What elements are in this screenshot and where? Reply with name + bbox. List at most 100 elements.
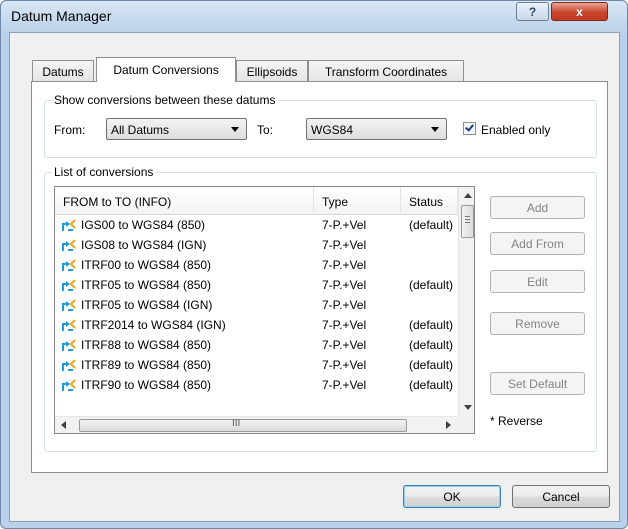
- conversions-list[interactable]: FROM to TO (INFO) Type Status IGS00 to W…: [54, 186, 475, 434]
- conversion-status: (default): [409, 358, 454, 372]
- column-header-name[interactable]: FROM to TO (INFO): [55, 187, 314, 215]
- conversion-type: 7-P.+Vel: [322, 358, 367, 372]
- conversion-arrows-icon: [62, 279, 76, 291]
- vertical-scrollbar[interactable]: [458, 187, 474, 416]
- conversion-arrows-icon: [62, 239, 76, 251]
- conversion-status: (default): [409, 318, 454, 332]
- conversion-arrows-icon: [62, 359, 76, 371]
- enabled-only-checkbox[interactable]: [463, 122, 476, 135]
- add-from-button-label: Add From: [511, 236, 564, 251]
- scroll-left-icon[interactable]: [61, 421, 66, 429]
- checkmark-icon: [465, 122, 474, 132]
- tab-transform-coordinates-label: Transform Coordinates: [324, 64, 448, 79]
- table-row[interactable]: ITRF05 to WGS84 (850) 7-P.+Vel (default): [55, 277, 458, 294]
- conversion-type: 7-P.+Vel: [322, 258, 367, 272]
- ok-button-label: OK: [443, 489, 461, 504]
- title-bar[interactable]: Datum Manager ? x: [1, 1, 627, 31]
- conversion-name: IGS00 to WGS84 (850): [81, 218, 206, 232]
- conversion-status: (default): [409, 278, 454, 292]
- tab-datums[interactable]: Datums: [32, 60, 94, 82]
- scroll-down-icon[interactable]: [464, 405, 472, 410]
- add-button-label: Add: [526, 200, 549, 215]
- conversion-name: ITRF88 to WGS84 (850): [81, 338, 212, 352]
- conversions-group-label: List of conversions: [51, 165, 157, 179]
- table-row[interactable]: IGS00 to WGS84 (850) 7-P.+Vel (default): [55, 217, 458, 234]
- conversion-type: 7-P.+Vel: [322, 218, 367, 232]
- add-from-button[interactable]: Add From: [490, 232, 585, 255]
- table-row[interactable]: ITRF05 to WGS84 (IGN) 7-P.+Vel: [55, 297, 458, 314]
- conversion-name: ITRF00 to WGS84 (850): [81, 258, 212, 272]
- edit-button-label: Edit: [527, 274, 548, 289]
- tab-datum-conversions[interactable]: Datum Conversions: [96, 57, 236, 82]
- window-title: Datum Manager: [11, 8, 112, 24]
- to-datum-value: WGS84: [311, 123, 354, 137]
- conversion-type: 7-P.+Vel: [322, 378, 367, 392]
- table-row[interactable]: ITRF89 to WGS84 (850) 7-P.+Vel (default): [55, 357, 458, 374]
- tab-ellipsoids-label: Ellipsoids: [246, 64, 298, 79]
- table-row[interactable]: ITRF2014 to WGS84 (IGN) 7-P.+Vel (default): [55, 317, 458, 334]
- table-row[interactable]: ITRF88 to WGS84 (850) 7-P.+Vel (default): [55, 337, 458, 354]
- conversion-type: 7-P.+Vel: [322, 278, 367, 292]
- conversion-name: ITRF89 to WGS84 (850): [81, 358, 212, 372]
- tab-datum-conversions-label: Datum Conversions: [113, 63, 219, 77]
- table-row[interactable]: ITRF00 to WGS84 (850) 7-P.+Vel: [55, 257, 458, 274]
- from-label: From:: [54, 123, 86, 137]
- tab-datums-label: Datums: [42, 64, 84, 79]
- conversion-arrows-icon: [62, 299, 76, 311]
- scroll-right-icon[interactable]: [446, 421, 451, 429]
- conversion-status: (default): [409, 218, 454, 232]
- filter-group-label: Show conversions between these datums: [51, 93, 279, 107]
- conversion-arrows-icon: [62, 259, 76, 271]
- table-row[interactable]: ITRF90 to WGS84 (850) 7-P.+Vel (default): [55, 377, 458, 394]
- remove-button[interactable]: Remove: [490, 312, 585, 335]
- to-datum-select[interactable]: WGS84: [306, 118, 447, 140]
- chevron-down-icon: [431, 127, 439, 132]
- enabled-only-label[interactable]: Enabled only: [481, 123, 550, 137]
- close-icon: x: [576, 4, 583, 19]
- conversion-arrows-icon: [62, 219, 76, 231]
- grip-icon: [465, 216, 470, 217]
- conversion-name: ITRF05 to WGS84 (IGN): [81, 298, 213, 312]
- cancel-button-label: Cancel: [542, 489, 580, 504]
- conversion-name: ITRF05 to WGS84 (850): [81, 278, 212, 292]
- horizontal-scrollbar[interactable]: III: [55, 416, 458, 433]
- conversion-type: 7-P.+Vel: [322, 338, 367, 352]
- tab-ellipsoids[interactable]: Ellipsoids: [236, 60, 308, 82]
- set-default-button-label: Set Default: [507, 376, 568, 391]
- list-header: FROM to TO (INFO) Type Status: [55, 187, 458, 215]
- conversion-status: (default): [409, 338, 454, 352]
- conversion-arrows-icon: [62, 339, 76, 351]
- help-icon: ?: [528, 4, 537, 19]
- add-button[interactable]: Add: [490, 196, 585, 219]
- conversion-type: 7-P.+Vel: [322, 298, 367, 312]
- column-header-status-label: Status: [409, 195, 444, 209]
- conversion-status: (default): [409, 378, 454, 392]
- conversion-type: 7-P.+Vel: [322, 238, 367, 252]
- cancel-button[interactable]: Cancel: [512, 485, 610, 508]
- conversion-arrows-icon: [62, 319, 76, 331]
- column-header-name-label: FROM to TO (INFO): [63, 195, 172, 209]
- to-label: To:: [257, 123, 274, 137]
- ok-button[interactable]: OK: [403, 485, 501, 508]
- scroll-corner: [458, 416, 474, 433]
- conversion-name: ITRF2014 to WGS84 (IGN): [81, 318, 226, 332]
- chevron-down-icon: [231, 127, 239, 132]
- tab-transform-coordinates[interactable]: Transform Coordinates: [308, 60, 464, 82]
- conversion-name: IGS08 to WGS84 (IGN): [81, 238, 207, 252]
- conversion-type: 7-P.+Vel: [322, 318, 367, 332]
- horizontal-scroll-thumb[interactable]: III: [79, 418, 407, 432]
- conversion-name: ITRF90 to WGS84 (850): [81, 378, 212, 392]
- close-button[interactable]: x: [551, 2, 608, 21]
- column-header-status[interactable]: Status: [401, 187, 458, 215]
- edit-button[interactable]: Edit: [490, 270, 585, 293]
- help-button[interactable]: ?: [516, 2, 549, 21]
- from-datum-select[interactable]: All Datums: [106, 118, 247, 140]
- conversion-arrows-icon: [62, 379, 76, 391]
- remove-button-label: Remove: [515, 316, 560, 331]
- column-header-type-label: Type: [322, 195, 349, 209]
- scroll-up-icon[interactable]: [464, 193, 472, 198]
- vertical-scroll-thumb[interactable]: [461, 205, 474, 238]
- table-row[interactable]: IGS08 to WGS84 (IGN) 7-P.+Vel: [55, 237, 458, 254]
- set-default-button[interactable]: Set Default: [490, 372, 585, 395]
- column-header-type[interactable]: Type: [314, 187, 401, 215]
